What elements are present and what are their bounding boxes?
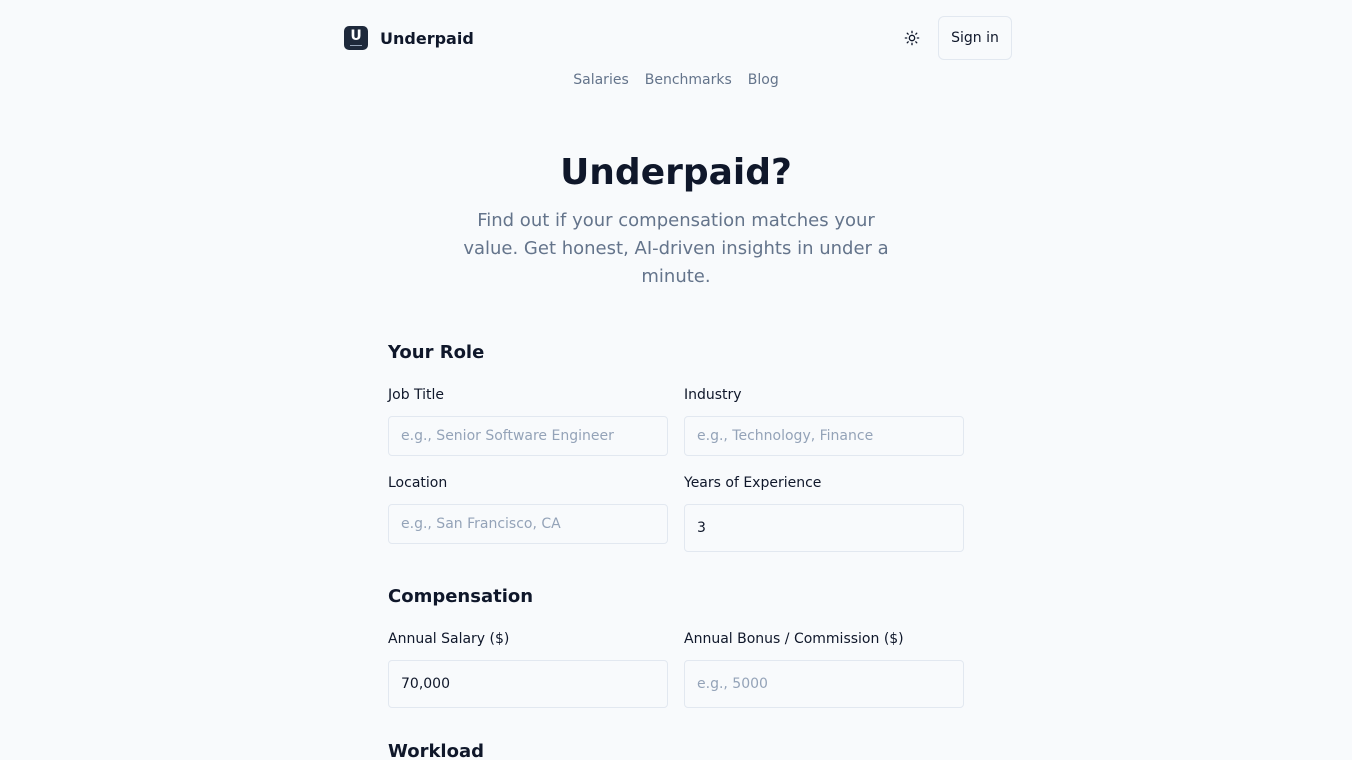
salary-label: Annual Salary ($) <box>388 631 510 647</box>
location-label: Location <box>388 475 448 491</box>
section-title-your-role: Your Role <box>388 342 485 363</box>
experience-label: Years of Experience <box>684 475 822 491</box>
brand-name: Underpaid <box>380 28 474 48</box>
sun-icon <box>904 30 920 46</box>
section-title-workload: Workload <box>388 741 484 760</box>
page-subtitle: Find out if your compensation matches yo… <box>463 210 889 287</box>
job-title-input[interactable] <box>388 416 668 456</box>
nav-item-salaries[interactable]: Salaries <box>573 72 629 88</box>
theme-toggle-button[interactable] <box>900 28 924 48</box>
industry-input[interactable] <box>684 416 964 456</box>
bonus-input[interactable] <box>684 660 964 708</box>
section-title-compensation: Compensation <box>388 586 534 607</box>
nav-item-blog[interactable]: Blog <box>748 72 779 88</box>
bonus-label: Annual Bonus / Commission ($) <box>684 631 904 647</box>
nav-item-benchmarks[interactable]: Benchmarks <box>645 72 732 88</box>
job-title-label: Job Title <box>388 387 445 403</box>
site-header: U Underpaid Sign in <box>344 16 1012 60</box>
logo-icon: U <box>344 26 368 50</box>
salary-input[interactable] <box>388 660 668 708</box>
experience-input[interactable] <box>684 504 964 552</box>
main-nav: Salaries Benchmarks Blog <box>0 72 1352 88</box>
industry-label: Industry <box>684 387 742 403</box>
location-input[interactable] <box>388 504 668 544</box>
sign-in-button[interactable]: Sign in <box>938 16 1012 60</box>
page-title: Underpaid? <box>560 152 792 193</box>
brand-link[interactable]: U Underpaid <box>344 26 474 50</box>
